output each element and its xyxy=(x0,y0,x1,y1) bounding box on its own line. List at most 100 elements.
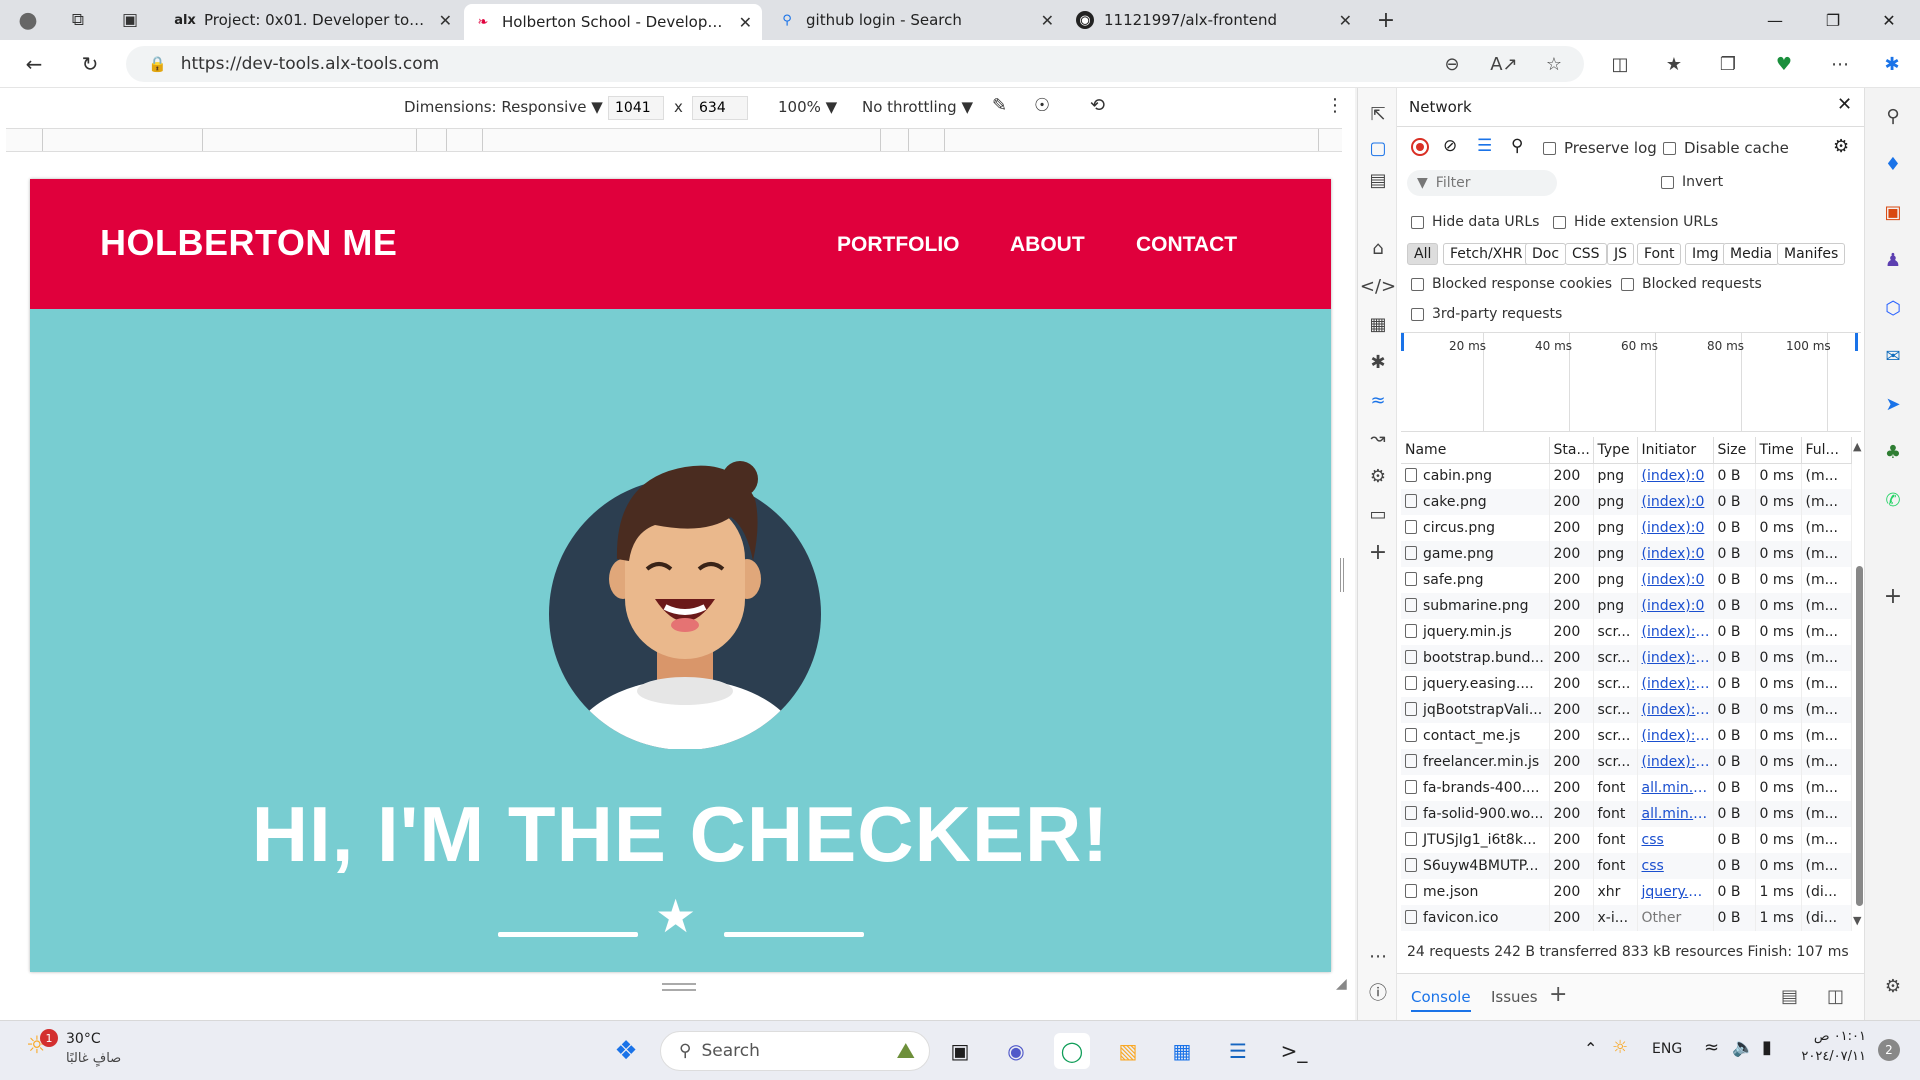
hide-extension-urls-checkbox[interactable]: Hide extension URLs xyxy=(1553,214,1718,230)
favorite-star-icon[interactable]: ☆ xyxy=(1540,50,1568,78)
request-initiator[interactable]: Other xyxy=(1637,905,1714,931)
quick-source-icon[interactable]: ▤ xyxy=(1781,986,1798,1007)
tree-icon[interactable]: ♣ xyxy=(1879,438,1907,466)
help-icon[interactable]: ⓘ xyxy=(1362,976,1394,1008)
column-header[interactable]: Initiator xyxy=(1637,437,1714,464)
close-window-button[interactable]: ✕ xyxy=(1866,0,1912,40)
volume-icon[interactable]: 🔈 xyxy=(1732,1037,1754,1058)
elements-icon[interactable]: </> xyxy=(1360,270,1396,302)
request-initiator[interactable]: css xyxy=(1637,853,1714,879)
nav-link-contact[interactable]: CONTACT xyxy=(1136,233,1237,257)
restore-button[interactable]: ❐ xyxy=(1810,0,1856,40)
url-field[interactable]: 🔒 https://dev-tools.alx-tools.com xyxy=(126,46,1584,82)
dock-drawer-icon[interactable]: ◫ xyxy=(1827,986,1844,1007)
request-initiator[interactable]: (index):0 xyxy=(1637,541,1714,567)
workspaces-icon[interactable]: ⧉ xyxy=(62,4,94,36)
notepad-icon[interactable]: ☰ xyxy=(1220,1033,1256,1069)
copilot-icon[interactable]: ✱ xyxy=(1878,50,1906,78)
zoom-icon[interactable]: ⊖ xyxy=(1438,50,1466,78)
network-request-row[interactable]: jquery.easing.... 200scr...(index):5630 B… xyxy=(1401,671,1852,697)
whatsapp-icon[interactable]: ✆ xyxy=(1879,486,1907,514)
browser-tab-1[interactable]: ❧ Holberton School - Developer to ✕ xyxy=(464,4,762,40)
column-header[interactable]: Type xyxy=(1593,437,1638,464)
teams-icon[interactable]: ◉ xyxy=(998,1033,1034,1069)
side-resize-handle[interactable] xyxy=(1340,558,1344,592)
throttling-dropdown[interactable]: No throttling ▼ xyxy=(862,98,973,116)
network-request-row[interactable]: circus.png 200 png (index):0 0 B0 ms (m... xyxy=(1401,515,1852,541)
browser-essentials-icon[interactable]: ♥ xyxy=(1770,50,1798,78)
start-windows-icon[interactable]: ❖ xyxy=(608,1033,644,1069)
type-filter-doc[interactable]: Doc xyxy=(1525,243,1567,265)
more-tools-icon[interactable]: + xyxy=(1362,536,1394,568)
terminal-icon[interactable]: >_ xyxy=(1276,1033,1312,1069)
battery-icon[interactable]: ▮ xyxy=(1762,1037,1772,1058)
file-explorer-icon[interactable]: ▧ xyxy=(1110,1033,1146,1069)
search-icon[interactable]: ⚲ xyxy=(1879,102,1907,130)
column-header[interactable]: Sta... xyxy=(1549,437,1594,464)
table-scrollbar[interactable] xyxy=(1856,566,1863,906)
type-filter-all[interactable]: All xyxy=(1407,243,1439,265)
taskbar-search[interactable]: ⚲ Search ⛰ xyxy=(660,1031,930,1071)
read-aloud-icon[interactable]: A↗ xyxy=(1490,50,1518,78)
search-icon[interactable]: ⚲ xyxy=(1511,136,1523,156)
network-wifi-icon[interactable]: ≈ xyxy=(1362,384,1394,416)
application-icon[interactable]: ▭ xyxy=(1362,498,1394,530)
network-request-row[interactable]: submarine.png 200 png (index):0 0 B0 ms (m... xyxy=(1401,593,1852,619)
request-initiator[interactable]: (index):559 xyxy=(1637,619,1714,645)
store-icon[interactable]: ▦ xyxy=(1164,1033,1200,1069)
invert-checkbox[interactable]: Invert xyxy=(1661,174,1723,190)
sources-bug-icon[interactable]: ✱ xyxy=(1362,346,1394,378)
settings-gear-icon[interactable]: ⚙ xyxy=(1833,136,1849,157)
more-options-icon[interactable]: ⋮ xyxy=(1326,95,1344,116)
request-initiator[interactable]: jquery.min xyxy=(1637,879,1714,905)
nav-link-about[interactable]: ABOUT xyxy=(1010,233,1085,257)
collections-icon[interactable]: ❐ xyxy=(1714,50,1742,78)
viewport-resize-handle[interactable] xyxy=(662,983,696,991)
filter-toggle-icon[interactable]: ☰ xyxy=(1477,136,1492,156)
notification-count-badge[interactable]: 2 xyxy=(1878,1039,1900,1061)
split-screen-icon[interactable]: ◫ xyxy=(1606,50,1634,78)
request-initiator[interactable]: (index):0 xyxy=(1637,489,1714,515)
favorites-icon[interactable]: ★ xyxy=(1660,50,1688,78)
record-icon[interactable] xyxy=(1411,138,1429,156)
filter-input[interactable]: ▼ Filter xyxy=(1407,170,1557,196)
type-filter-media[interactable]: Media xyxy=(1723,243,1780,265)
request-initiator[interactable]: (index):567 xyxy=(1637,723,1714,749)
tools-briefcase-icon[interactable]: ▣ xyxy=(1879,198,1907,226)
hide-data-urls-checkbox[interactable]: Hide data URLs xyxy=(1411,214,1539,230)
inspect-icon[interactable]: ⇱ xyxy=(1362,98,1394,130)
type-filter-js[interactable]: JS xyxy=(1607,243,1635,265)
show-hidden-icons-chevron-icon[interactable]: ⌃ xyxy=(1584,1039,1597,1058)
network-request-row[interactable]: me.json 200 xhr jquery.min 0 B1 ms (di... xyxy=(1401,879,1852,905)
close-panel-icon[interactable]: ✕ xyxy=(1837,94,1852,115)
request-initiator[interactable]: all.min.css xyxy=(1637,801,1714,827)
dimensions-dropdown[interactable]: Dimensions: Responsive ▼ xyxy=(404,98,603,116)
games-icon[interactable]: ♟ xyxy=(1879,246,1907,274)
network-request-row[interactable]: cabin.png 200 png (index):0 0 B0 ms (m... xyxy=(1401,463,1852,489)
network-request-row[interactable]: favicon.ico 200 x-i... Other 0 B1 ms (di... xyxy=(1401,905,1852,931)
console-icon[interactable]: ▦ xyxy=(1362,308,1394,340)
language-indicator[interactable]: ENG xyxy=(1652,1041,1682,1057)
timeline-handle-left[interactable] xyxy=(1401,333,1404,351)
request-initiator[interactable]: (index):566 xyxy=(1637,697,1714,723)
task-view-icon[interactable]: ▣ xyxy=(942,1033,978,1069)
rotate-icon[interactable]: ⟲ xyxy=(1090,95,1105,116)
column-header[interactable]: Size xyxy=(1713,437,1756,464)
type-filter-css[interactable]: CSS xyxy=(1565,243,1607,265)
nav-link-portfolio[interactable]: PORTFOLIO xyxy=(837,233,960,257)
system-tray-weather-icon[interactable]: ☼ xyxy=(1612,1037,1628,1058)
outlook-icon[interactable]: ✉ xyxy=(1879,342,1907,370)
column-header[interactable]: Ful... xyxy=(1801,437,1852,464)
performance-icon[interactable]: ↝ xyxy=(1362,422,1394,454)
clear-icon[interactable]: ⊘ xyxy=(1443,136,1457,156)
dock-icon[interactable]: ▤ xyxy=(1362,164,1394,196)
microsoft-365-icon[interactable]: ⬡ xyxy=(1879,294,1907,322)
refresh-icon[interactable]: ↻ xyxy=(74,48,106,80)
request-initiator[interactable]: (index):0 xyxy=(1637,515,1714,541)
request-initiator[interactable]: (index):0 xyxy=(1637,463,1714,489)
request-initiator[interactable]: (index):0 xyxy=(1637,567,1714,593)
network-request-row[interactable]: contact_me.js 200scr...(index):5670 B0 ms… xyxy=(1401,723,1852,749)
network-request-row[interactable]: S6uyw4BMUTP... 200 font css 0 B0 ms (m... xyxy=(1401,853,1852,879)
timeline-handle-right[interactable] xyxy=(1855,333,1858,351)
third-party-checkbox[interactable]: 3rd-party requests xyxy=(1411,306,1562,322)
